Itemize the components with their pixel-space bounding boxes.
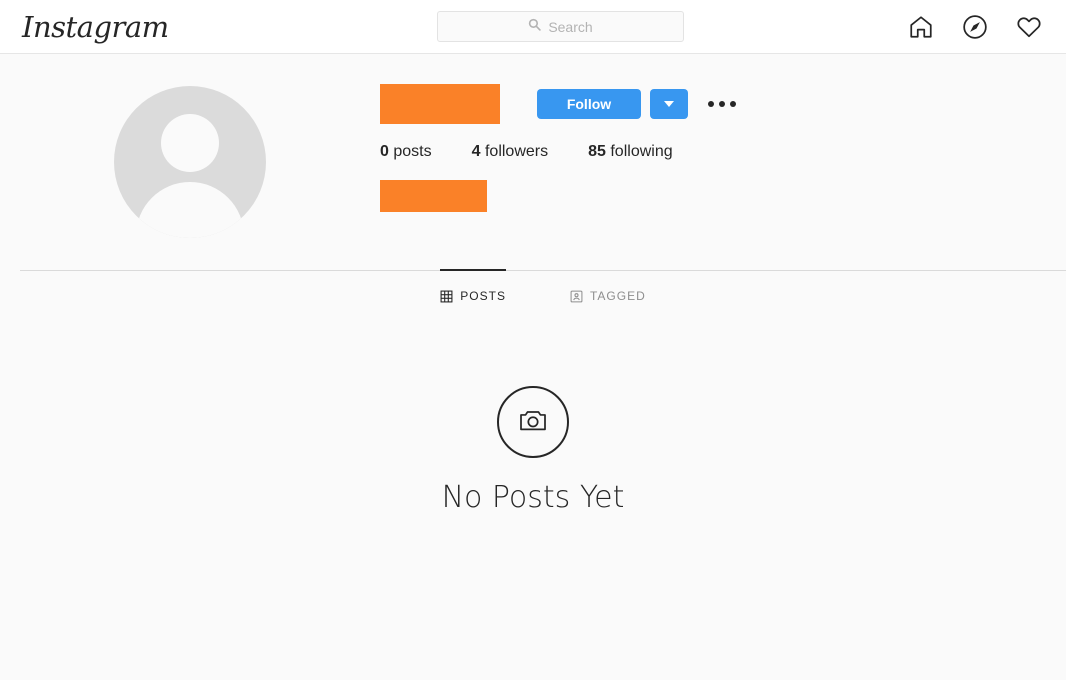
- more-options-button[interactable]: [706, 95, 738, 113]
- search-icon: [528, 18, 542, 36]
- more-options-icon: [719, 101, 725, 107]
- activity-icon[interactable]: [1016, 14, 1042, 40]
- more-options-icon: [730, 101, 736, 107]
- camera-icon: [517, 404, 549, 441]
- stat-posts[interactable]: 0 posts: [380, 143, 432, 161]
- stat-following-label: following: [610, 143, 673, 160]
- follow-button[interactable]: Follow: [537, 89, 641, 119]
- camera-icon-circle: [497, 386, 569, 458]
- bio-redacted: [380, 180, 487, 212]
- tab-posts[interactable]: POSTS: [440, 269, 506, 317]
- profile-action-row: Follow: [380, 84, 1066, 124]
- stat-followers[interactable]: 4 followers: [472, 143, 549, 161]
- home-icon[interactable]: [908, 14, 934, 40]
- profile-stats-row: 0 posts 4 followers 85 following: [380, 143, 1066, 161]
- profile-header: Follow 0 posts 4 followers 85 following: [0, 54, 1066, 238]
- profile-tabs-divider: POSTS TAGGED: [20, 269, 1066, 318]
- avatar-body-shape: [136, 182, 244, 238]
- profile-info-column: Follow 0 posts 4 followers 85 following: [380, 84, 1066, 238]
- grid-icon: [440, 290, 453, 303]
- stat-followers-value: 4: [471, 143, 481, 160]
- chevron-down-icon: [664, 101, 674, 107]
- default-avatar[interactable]: [114, 86, 266, 238]
- top-navigation-bar: Instagram Search: [0, 0, 1066, 54]
- empty-posts-state: No Posts Yet: [0, 386, 1066, 515]
- stat-following-value: 85: [588, 143, 606, 160]
- stat-posts-value: 0: [380, 143, 389, 160]
- stat-followers-label: followers: [484, 143, 549, 160]
- tab-tagged[interactable]: TAGGED: [570, 269, 646, 317]
- more-options-icon: [708, 101, 714, 107]
- avatar-head-shape: [161, 114, 219, 172]
- avatar-column: [0, 84, 380, 238]
- search-placeholder: Search: [548, 18, 593, 35]
- instagram-logo[interactable]: Instagram: [22, 10, 169, 44]
- username-redacted: [380, 84, 500, 124]
- search-inner: Search: [528, 18, 593, 36]
- profile-tabs: POSTS TAGGED: [20, 269, 1066, 317]
- empty-state-message: No Posts Yet: [441, 480, 625, 515]
- nav-icon-group: [908, 14, 1042, 40]
- tab-tagged-label: TAGGED: [589, 289, 646, 303]
- stat-posts-label: posts: [393, 143, 432, 160]
- tab-posts-label: POSTS: [460, 289, 506, 303]
- search-input[interactable]: Search: [437, 11, 684, 42]
- follow-dropdown-button[interactable]: [650, 89, 688, 119]
- tagged-icon: [570, 290, 583, 303]
- explore-icon[interactable]: [962, 14, 988, 40]
- stat-following[interactable]: 85 following: [588, 143, 673, 161]
